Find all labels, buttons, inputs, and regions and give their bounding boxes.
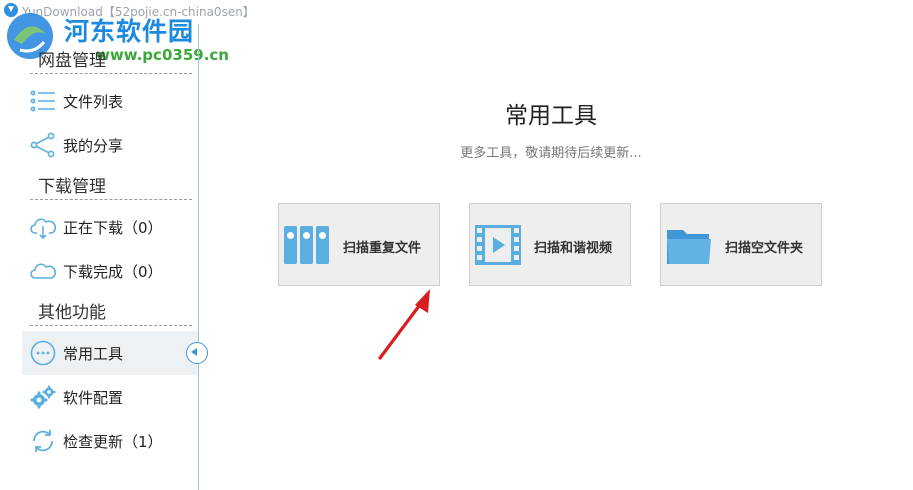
- tool-label: 扫描重复文件: [343, 241, 422, 256]
- sidebar-item-label: 下载完成（0）: [63, 263, 163, 281]
- gears-icon: [30, 385, 56, 409]
- sidebar-item-check-update[interactable]: 检查更新（1）: [22, 419, 198, 463]
- sidebar-item-download-complete[interactable]: 下载完成（0）: [22, 249, 198, 293]
- sidebar-item-label: 正在下载（0）: [63, 219, 163, 237]
- cloud-download-icon: [30, 218, 56, 240]
- tool-label: 扫描空文件夹: [725, 241, 804, 256]
- film-icon: [475, 225, 521, 265]
- scan-video-button[interactable]: 扫描和谐视频: [469, 203, 631, 286]
- tool-label: 扫描和谐视频: [534, 241, 613, 256]
- page-subtitle: 更多工具，敬请期待后续更新...: [460, 146, 642, 161]
- sidebar-item-label: 检查更新（1）: [63, 433, 163, 451]
- sidebar-item-label: 软件配置: [63, 389, 124, 407]
- annotation-arrow-icon: [378, 289, 430, 360]
- scan-duplicate-files-button[interactable]: 扫描重复文件: [278, 203, 440, 286]
- section-header-other: 其他功能: [30, 302, 192, 326]
- page-title: 常用工具: [505, 103, 597, 129]
- sidebar-item-settings[interactable]: 软件配置: [22, 375, 198, 419]
- sidebar-item-label: 常用工具: [63, 345, 124, 363]
- collapse-sidebar-button[interactable]: [186, 342, 208, 364]
- sidebar-item-common-tools[interactable]: 常用工具: [22, 331, 198, 375]
- section-header-cloud-disk: 网盘管理: [30, 50, 192, 74]
- more-dots-icon: [30, 340, 56, 366]
- binders-icon: [284, 226, 329, 264]
- sidebar-item-downloading[interactable]: 正在下载（0）: [22, 205, 198, 249]
- cloud-done-icon: [30, 263, 56, 279]
- section-header-download: 下载管理: [30, 176, 192, 200]
- folder-icon: [667, 230, 711, 264]
- scan-empty-folder-button[interactable]: 扫描空文件夹: [660, 203, 822, 286]
- refresh-icon: [33, 430, 53, 452]
